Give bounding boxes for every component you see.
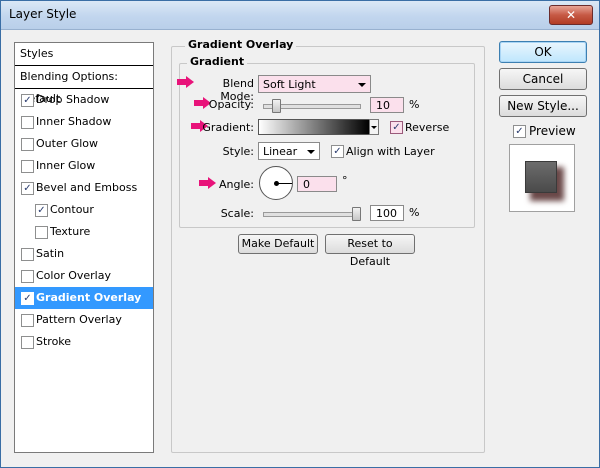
dialog-client: Styles Blending Options: Default ✓ Drop S… [1, 30, 599, 467]
style-item-contour[interactable]: ✓ Contour [15, 199, 153, 221]
close-button[interactable]: ✕ [549, 5, 593, 25]
style-item-label: Bevel and Emboss [36, 181, 138, 194]
window-title: Layer Style [9, 7, 77, 21]
checkmark-icon: ✓ [23, 293, 32, 304]
close-icon: ✕ [565, 8, 577, 22]
style-item-checkbox[interactable] [21, 248, 34, 261]
gradient-label: Gradient: [202, 121, 254, 134]
style-item-checkbox[interactable] [21, 160, 34, 173]
chevron-down-icon [307, 150, 315, 154]
angle-dial-center [274, 181, 279, 186]
style-item-label: Stroke [36, 335, 72, 348]
checkmark-icon: ✓ [23, 95, 32, 106]
preview-label: Preview [529, 124, 576, 138]
gradient-overlay-title: Gradient Overlay [185, 38, 297, 51]
style-item-stroke[interactable]: Stroke [15, 331, 153, 353]
style-item-inner-glow[interactable]: Inner Glow [15, 155, 153, 177]
style-item-checkbox[interactable] [21, 116, 34, 129]
checkmark-icon: ✓ [515, 126, 524, 137]
gradient-group-title: Gradient [187, 55, 248, 68]
style-item-pattern-overlay[interactable]: Pattern Overlay [15, 309, 153, 331]
gradient-swatch[interactable] [258, 119, 370, 135]
gradient-picker-button[interactable] [369, 119, 379, 135]
scale-input[interactable]: 100 [370, 205, 404, 221]
reverse-label: Reverse [405, 121, 450, 134]
style-item-gradient-overlay[interactable]: ✓ Gradient Overlay [15, 287, 153, 309]
style-item-label: Inner Shadow [36, 115, 112, 128]
style-item-inner-shadow[interactable]: Inner Shadow [15, 111, 153, 133]
chevron-down-icon [358, 83, 366, 87]
scale-unit: % [409, 206, 420, 219]
style-item-checkbox[interactable]: ✓ [21, 94, 34, 107]
style-preview [509, 144, 575, 212]
blending-options-item[interactable]: Blending Options: Default [15, 66, 153, 105]
title-bar[interactable]: Layer Style ✕ [1, 1, 599, 30]
opacity-input[interactable]: 10 [370, 97, 404, 113]
style-item-label: Inner Glow [36, 159, 96, 172]
scale-slider-track[interactable] [263, 212, 361, 217]
new-style-button[interactable]: New Style... [499, 95, 587, 117]
style-item-checkbox[interactable] [21, 314, 34, 327]
style-item-checkbox[interactable]: ✓ [35, 204, 48, 217]
style-select[interactable]: Linear [258, 142, 320, 160]
preview-swatch [525, 161, 557, 193]
cancel-button[interactable]: Cancel [499, 68, 587, 90]
reset-to-default-button[interactable]: Reset to Default [325, 234, 415, 268]
style-item-label: Contour [50, 203, 94, 216]
style-item-label: Drop Shadow [36, 93, 110, 106]
style-item-satin[interactable]: Satin [15, 243, 153, 265]
styles-list: Styles Blending Options: Default ✓ Drop S… [14, 42, 154, 453]
angle-unit: ° [342, 174, 348, 187]
style-item-checkbox[interactable]: ✓ [21, 182, 34, 195]
layer-style-dialog: Layer Style ✕ Styles Blending Options: D… [0, 0, 600, 468]
styles-header[interactable]: Styles [15, 43, 153, 65]
angle-input[interactable]: 0 [297, 176, 337, 192]
style-item-checkbox[interactable]: ✓ [21, 292, 34, 305]
scale-label: Scale: [220, 207, 254, 220]
checkmark-icon: ✓ [333, 146, 342, 157]
style-item-checkbox[interactable] [21, 138, 34, 151]
align-with-layer-checkbox[interactable]: ✓ [331, 145, 344, 158]
ok-button[interactable]: OK [499, 41, 587, 63]
style-item-drop-shadow[interactable]: ✓ Drop Shadow [15, 89, 153, 111]
angle-label: Angle: [218, 178, 254, 191]
style-item-checkbox[interactable] [21, 336, 34, 349]
angle-dial[interactable] [259, 166, 293, 200]
checkmark-icon: ✓ [392, 122, 401, 133]
chevron-down-icon [371, 126, 377, 129]
make-default-button[interactable]: Make Default [238, 234, 318, 254]
align-with-layer-label: Align with Layer [346, 145, 435, 158]
style-item-label: Pattern Overlay [36, 313, 122, 326]
blend-mode-select[interactable]: Soft Light [258, 75, 371, 93]
style-item-color-overlay[interactable]: Color Overlay [15, 265, 153, 287]
style-item-bevel-and-emboss[interactable]: ✓ Bevel and Emboss [15, 177, 153, 199]
checkmark-icon: ✓ [23, 183, 32, 194]
style-label: Style: [222, 145, 254, 158]
scale-slider-thumb[interactable] [352, 207, 361, 221]
preview-checkbox[interactable]: ✓ [513, 125, 526, 138]
opacity-slider-thumb[interactable] [271, 99, 281, 113]
style-item-label: Texture [50, 225, 91, 238]
style-item-label: Gradient Overlay [36, 291, 142, 304]
style-item-checkbox[interactable] [35, 226, 48, 239]
checkmark-icon: ✓ [37, 205, 46, 216]
style-item-checkbox[interactable] [21, 270, 34, 283]
style-item-label: Satin [36, 247, 65, 260]
opacity-unit: % [409, 98, 420, 111]
style-item-label: Color Overlay [36, 269, 111, 282]
reverse-checkbox[interactable]: ✓ [390, 121, 403, 134]
style-item-label: Outer Glow [36, 137, 99, 150]
style-item-outer-glow[interactable]: Outer Glow [15, 133, 153, 155]
style-item-texture[interactable]: Texture [15, 221, 153, 243]
opacity-label: Opacity: [208, 98, 254, 111]
